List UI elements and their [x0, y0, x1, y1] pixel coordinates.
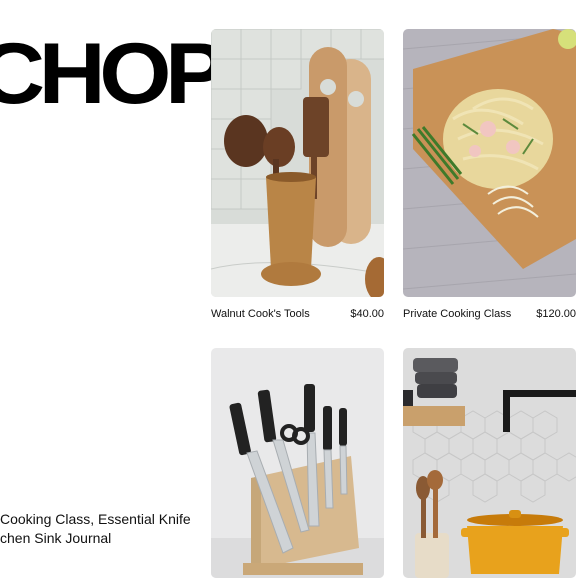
product-name[interactable]: Private Cooking Class	[403, 307, 511, 321]
product-price: $40.00	[350, 308, 384, 320]
product-image-knife-set[interactable]	[211, 348, 384, 578]
brand-logo[interactable]: CHOP	[0, 26, 227, 122]
product-card[interactable]: Private Cooking Class $120.00	[403, 29, 576, 329]
product-image-cooking-class[interactable]	[403, 29, 576, 297]
cart-summary-line-1: Cooking Class, Essential Knife	[0, 511, 191, 527]
brand-wordmark: CHOP	[0, 26, 227, 122]
product-card[interactable]	[403, 348, 576, 578]
product-name[interactable]: Walnut Cook's Tools	[211, 307, 310, 321]
cart-summary-line-2: chen Sink Journal	[0, 530, 112, 546]
product-price: $120.00	[536, 308, 576, 320]
product-card[interactable]: Walnut Cook's Tools $40.00	[211, 29, 384, 329]
product-card[interactable]	[211, 348, 384, 578]
cart-summary-text: Cooking Class, Essential Knife chen Sink…	[0, 510, 205, 548]
product-image-walnut-tools[interactable]	[211, 29, 384, 297]
product-image-dutch-oven[interactable]	[403, 348, 576, 578]
